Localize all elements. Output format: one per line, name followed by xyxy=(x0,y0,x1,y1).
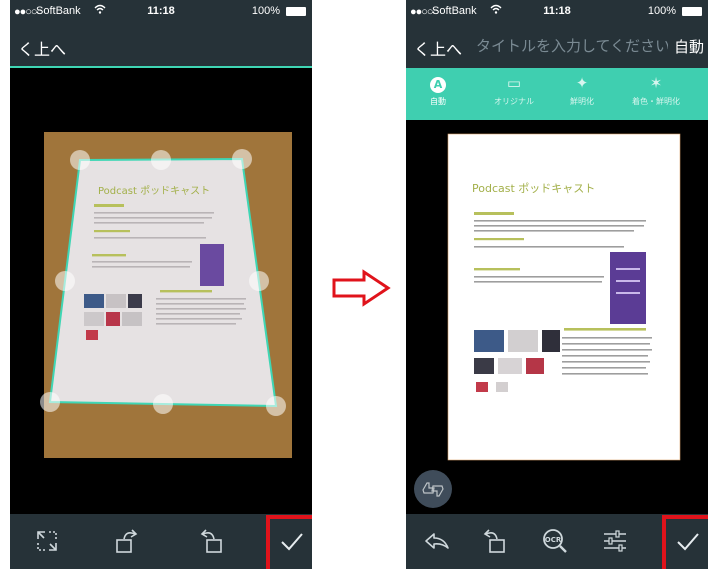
battery-icon xyxy=(682,7,702,16)
filter-label: オリジナル xyxy=(494,97,534,106)
filter-label: 鮮明化 xyxy=(570,97,594,106)
rotate-right-button[interactable] xyxy=(476,520,518,562)
bottom-toolbar: OCR xyxy=(406,514,708,569)
checkmark-icon xyxy=(677,533,699,551)
filter-color-sharpen[interactable]: ✶ 着色・鮮明化 xyxy=(626,74,686,107)
checkmark-icon xyxy=(281,533,303,551)
ocr-button[interactable]: OCR xyxy=(534,520,576,562)
document-title: Podcast ポッドキャスト xyxy=(472,182,595,195)
back-button[interactable]: く上へ xyxy=(414,36,462,60)
sparkle-icon: ✶ xyxy=(649,74,663,92)
crop-expand-button[interactable] xyxy=(26,520,68,562)
thumbs-icon xyxy=(422,482,444,497)
adjust-button[interactable] xyxy=(594,520,636,562)
crop-view[interactable]: Podcast ポッドキャスト xyxy=(10,68,312,514)
mode-label[interactable]: 自動 xyxy=(674,36,704,57)
undo-icon xyxy=(425,533,449,549)
feedback-button[interactable] xyxy=(414,470,452,508)
right-phone-screen: ●●○○○ SoftBank 11:18 100% く上へ 自動 A 自動 ▭ … xyxy=(406,0,708,569)
left-phone-screen: ●●○○○ SoftBank 11:18 100% く上へ Podcast ポッ… xyxy=(10,0,312,569)
original-icon: ▭ xyxy=(506,74,522,92)
crop-handle-left xyxy=(55,271,75,291)
crop-handle-right xyxy=(249,271,269,291)
crop-handle-bottom-right xyxy=(266,396,286,416)
scan-preview: Podcast ポッドキャスト xyxy=(406,120,708,514)
rotate-left-button[interactable] xyxy=(106,520,148,562)
filter-label: 着色・鮮明化 xyxy=(632,97,680,106)
crop-handle-top-left xyxy=(70,150,90,170)
battery-percent: 100% xyxy=(251,5,280,17)
nav-bar: く上へ xyxy=(10,24,312,68)
crop-handle-top-right xyxy=(232,149,252,169)
transition-arrow-icon xyxy=(332,269,391,307)
crop-handle-bottom-left xyxy=(40,392,60,412)
rotate-right-button[interactable] xyxy=(190,520,232,562)
filter-original[interactable]: ▭ オリジナル xyxy=(484,74,544,107)
crop-handle-bottom xyxy=(153,394,173,414)
battery-percent: 100% xyxy=(647,5,676,17)
rotate-right-icon xyxy=(483,529,505,553)
filter-sharpen[interactable]: ✦ 鮮明化 xyxy=(552,74,612,107)
filter-label: 自動 xyxy=(430,97,446,106)
confirm-button[interactable] xyxy=(271,520,312,562)
status-bar: ●●○○○ SoftBank 11:18 100% xyxy=(10,0,312,24)
nav-bar: く上へ 自動 xyxy=(406,24,708,68)
phone-image-in-document xyxy=(200,244,224,286)
status-bar: ●●○○○ SoftBank 11:18 100% xyxy=(406,0,708,24)
back-button[interactable]: く上へ xyxy=(18,36,66,60)
ocr-icon: OCR xyxy=(543,529,567,553)
filter-bar: A 自動 ▭ オリジナル ✦ 鮮明化 ✶ 着色・鮮明化 xyxy=(406,68,708,120)
adjust-icon xyxy=(604,530,626,552)
bottom-toolbar xyxy=(10,514,312,569)
confirm-button[interactable] xyxy=(667,520,708,562)
crop-expand-icon xyxy=(37,531,57,551)
title-input[interactable] xyxy=(476,34,668,58)
filter-auto[interactable]: A 自動 xyxy=(408,74,468,107)
battery-icon xyxy=(286,7,306,16)
undo-button[interactable] xyxy=(416,520,458,562)
phone-image-in-document xyxy=(610,252,646,324)
svg-text:OCR: OCR xyxy=(545,536,562,544)
document-title: Podcast ポッドキャスト xyxy=(98,185,210,197)
rotate-left-icon xyxy=(116,529,138,553)
bulb-icon: ✦ xyxy=(575,74,589,92)
crop-handle-top xyxy=(151,150,171,170)
rotate-right-icon xyxy=(200,529,222,553)
auto-icon: A xyxy=(408,74,468,93)
